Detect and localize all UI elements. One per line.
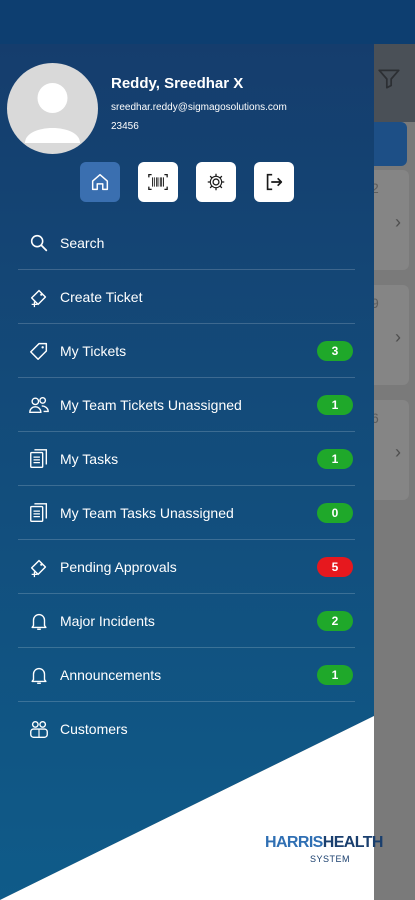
logo-text-part1: HARRIS [265, 834, 323, 851]
logo-text-part2: HEALTH [322, 834, 384, 851]
filter-icon[interactable] [376, 66, 402, 92]
harris-health-logo: HARRISHEALTH SYSTEM [265, 834, 383, 870]
chevron-right-icon: › [395, 327, 401, 347]
background-card[interactable]: 9 › [371, 285, 409, 385]
chevron-right-icon: › [395, 442, 401, 462]
background-tab [373, 122, 407, 166]
white-corner-decoration [0, 716, 374, 900]
background-card[interactable]: 2 › [371, 170, 409, 270]
chevron-right-icon: › [395, 212, 401, 232]
background-card[interactable]: 6 › [371, 400, 409, 500]
logo-subtitle: SYSTEM [310, 854, 351, 864]
app-top-bar [0, 0, 415, 44]
